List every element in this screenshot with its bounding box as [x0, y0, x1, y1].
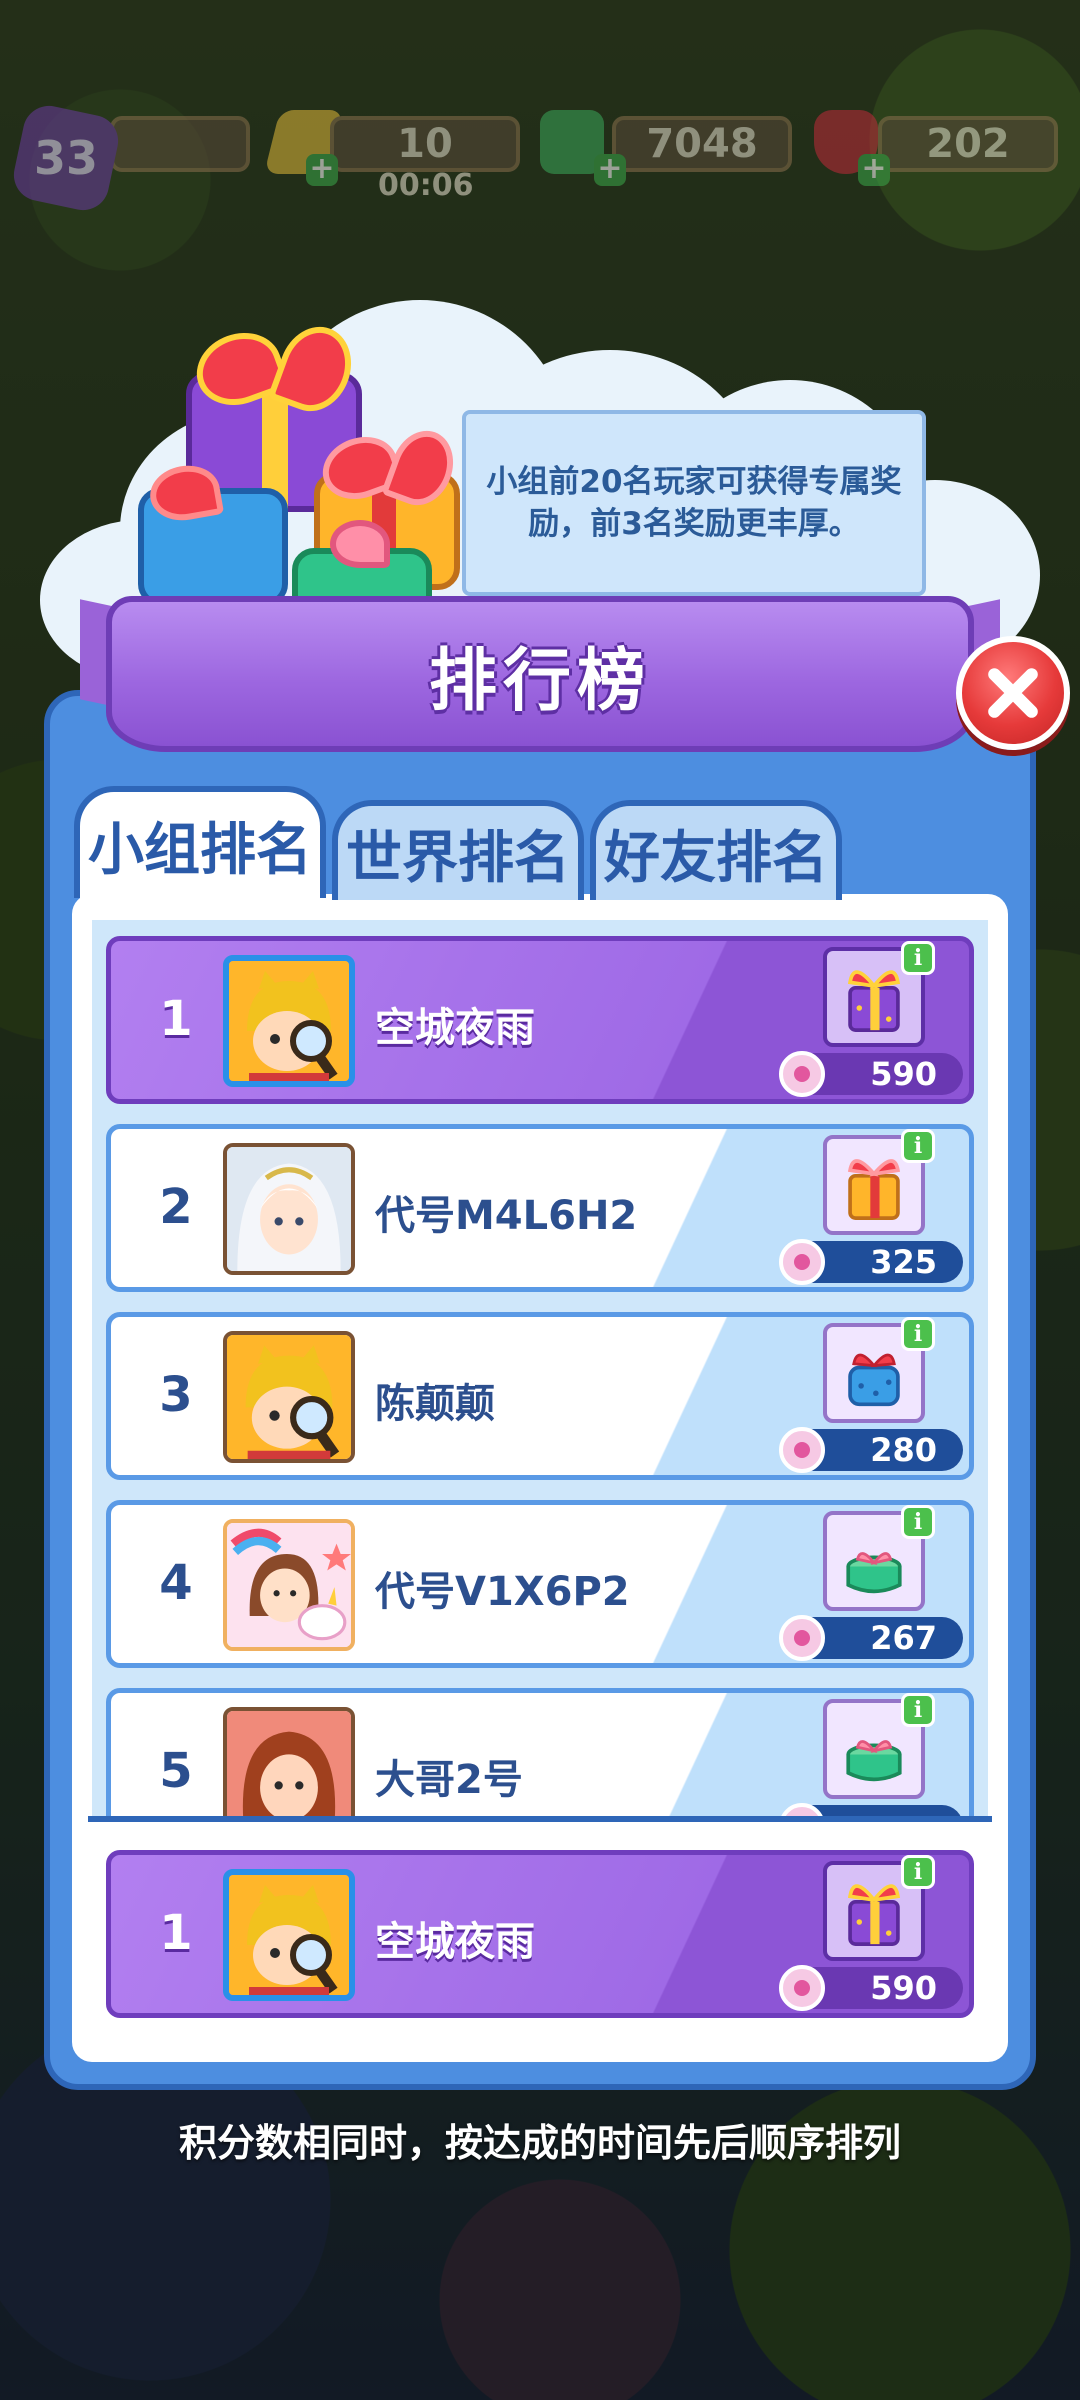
cash-value: 7048 [646, 121, 758, 167]
reward-box[interactable]: i [823, 1693, 935, 1799]
tab-group-ranking[interactable]: 小组排名 [74, 786, 326, 898]
score-value: 590 [870, 1055, 937, 1093]
gem-plus-button[interactable]: + [858, 154, 890, 186]
donut-icon [779, 1965, 825, 2011]
rank-number: 3 [159, 1367, 193, 1423]
donut-icon [779, 1051, 825, 1097]
ranking-row[interactable]: 4 代号V1X6P2 i 267 [106, 1500, 974, 1668]
detective-boy-avatar[interactable] [223, 1869, 355, 2001]
ranking-list[interactable]: 1 空城夜雨 i 590 2 代号M4L6H2 i 325 3 陈颠颠 i 28… [92, 920, 988, 1820]
my-rank-area: 1 空城夜雨 i 590 [92, 1842, 988, 2032]
reward-box[interactable]: i [823, 941, 935, 1047]
ranking-row[interactable]: 2 代号M4L6H2 i 325 [106, 1124, 974, 1292]
score-bar: 325 [779, 1239, 963, 1285]
rank-number: 5 [159, 1743, 193, 1799]
tab-friend-ranking[interactable]: 好友排名 [590, 800, 842, 900]
tab-world-ranking[interactable]: 世界排名 [332, 800, 584, 900]
score-value: 325 [870, 1243, 937, 1281]
detective-boy-avatar[interactable] [223, 1331, 355, 1463]
rank-number: 2 [159, 1179, 193, 1235]
energy-timer: 00:06 [378, 168, 474, 203]
rank-number: 4 [159, 1555, 193, 1611]
cash-plus-button[interactable]: + [594, 154, 626, 186]
white-hair-avatar[interactable] [223, 1143, 355, 1275]
list-divider [88, 1816, 992, 1822]
tab-label: 好友排名 [604, 825, 828, 891]
close-icon [988, 668, 1038, 718]
ranking-row[interactable]: 1 空城夜雨 i 590 [106, 936, 974, 1104]
energy-value: 10 [397, 121, 453, 167]
info-icon[interactable]: i [901, 1693, 935, 1727]
info-icon[interactable]: i [901, 941, 935, 975]
ranking-row[interactable]: 3 陈颠颠 i 280 [106, 1312, 974, 1480]
score-value: 280 [870, 1431, 937, 1469]
reward-box[interactable]: i [823, 1855, 935, 1961]
my-rank-row[interactable]: 1 空城夜雨 i 590 [106, 1850, 974, 2018]
gem-bar[interactable]: 202 [878, 116, 1058, 172]
ranking-row[interactable]: 5 大哥2号 i [106, 1688, 974, 1820]
info-icon[interactable]: i [901, 1317, 935, 1351]
score-bar: 267 [779, 1615, 963, 1661]
panel-title: 排行榜 [428, 641, 651, 721]
close-button[interactable] [956, 636, 1070, 750]
player-name: 陈颠颠 [375, 1381, 495, 1427]
energy-plus-button[interactable]: + [306, 154, 338, 186]
cash-bar[interactable]: 7048 [612, 116, 792, 172]
donut-icon [779, 1615, 825, 1661]
score-bar: 590 [779, 1965, 963, 2011]
energy-bar[interactable]: 10 [330, 116, 520, 172]
score-value: 590 [870, 1969, 937, 2007]
donut-icon [779, 1239, 825, 1285]
info-icon[interactable]: i [901, 1129, 935, 1163]
info-icon[interactable]: i [901, 1855, 935, 1889]
rank-number: 1 [159, 991, 193, 1047]
resource-hud: 33 10 + 00:06 7048 + 202 + [0, 101, 1080, 215]
score-bar: 590 [779, 1051, 963, 1097]
level-number: 33 [33, 130, 99, 185]
tab-label: 世界排名 [346, 825, 570, 891]
reward-box[interactable]: i [823, 1505, 935, 1611]
player-name: 空城夜雨 [375, 1005, 535, 1051]
unicorn-girl-avatar[interactable] [223, 1519, 355, 1651]
gem-value: 202 [926, 121, 1010, 167]
score-value: 267 [870, 1619, 937, 1657]
player-name: 空城夜雨 [375, 1919, 535, 1965]
player-name: 代号M4L6H2 [375, 1193, 638, 1239]
tab-label: 小组排名 [88, 817, 312, 883]
rank-number: 1 [159, 1905, 193, 1961]
player-name: 代号V1X6P2 [375, 1569, 630, 1615]
reward-box[interactable]: i [823, 1129, 935, 1235]
donut-icon [779, 1427, 825, 1473]
score-bar: 280 [779, 1427, 963, 1473]
info-icon[interactable]: i [901, 1505, 935, 1539]
tie-rule-note: 积分数相同时，按达成的时间先后顺序排列 [178, 2121, 901, 2165]
red-hair-woman-avatar[interactable] [223, 1707, 355, 1820]
level-progress-bar [110, 116, 250, 172]
player-name: 大哥2号 [375, 1757, 523, 1803]
reward-tip-box: 小组前20名玩家可获得专属奖励，前3名奖励更丰厚。 [462, 410, 926, 596]
title-banner: 排行榜 [106, 596, 974, 752]
detective-boy-avatar[interactable] [223, 955, 355, 1087]
reward-box[interactable]: i [823, 1317, 935, 1423]
reward-tip-text: 小组前20名玩家可获得专属奖励，前3名奖励更丰厚。 [486, 464, 902, 542]
